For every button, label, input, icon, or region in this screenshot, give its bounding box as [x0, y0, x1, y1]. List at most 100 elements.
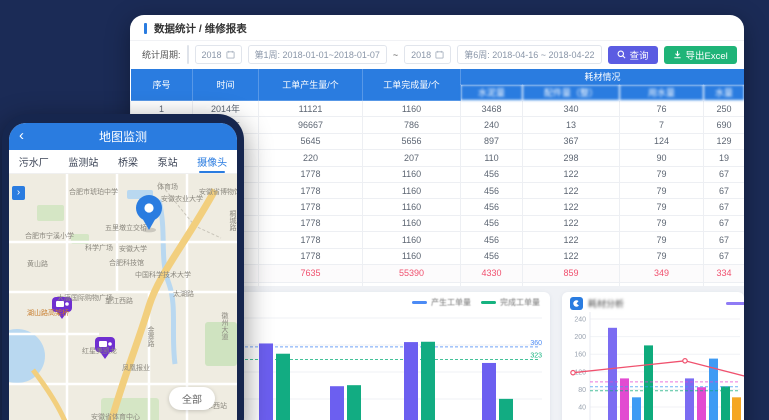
map-poi-label: 凤凰报业 — [122, 363, 150, 373]
phone-screen: ‹ 地图监测 污水厂监测站桥梁泵站摄像头 — [9, 123, 237, 420]
table-cell: 1778 — [259, 248, 363, 264]
table-cell: 76 — [620, 101, 704, 117]
map-poi-label: 合肥科技馆 — [109, 258, 144, 268]
legend-item[interactable]: 完成工单量 — [481, 297, 540, 308]
table-cell: 79 — [620, 232, 704, 248]
phone-tab[interactable]: 泵站 — [156, 150, 180, 173]
table-cell: 19 — [704, 150, 745, 166]
legend-partial-dash — [726, 302, 744, 305]
export-button-label: 导出Excel — [686, 48, 728, 62]
breadcrumb-text: 数据统计 / 维修报表 — [154, 21, 247, 36]
filter-bar: 统计周期: 年季月周日 2018 第1周: 2018-01-01~2018-01… — [130, 41, 744, 68]
phone-tab[interactable]: 污水厂 — [17, 150, 51, 173]
phone-tab-bar: 污水厂监测站桥梁泵站摄像头 — [9, 150, 237, 174]
table-cell: 340 — [523, 101, 620, 117]
week-to-value: 第6周: 2018-04-16 ~ 2018-04-22 — [464, 48, 594, 61]
total-cell: 334 — [704, 264, 745, 282]
legend-label: 产生工单量 — [431, 297, 471, 308]
chart-legend: 产生工单量 完成工单量 — [412, 297, 540, 308]
table-cell: 67 — [704, 199, 745, 215]
svg-text:240: 240 — [574, 317, 586, 324]
table-cell: 1160 — [363, 215, 461, 231]
table-cell: 786 — [363, 117, 461, 133]
legend-label: 完成工单量 — [500, 297, 540, 308]
expand-panel-button[interactable]: › — [12, 186, 25, 200]
table-cell: 79 — [620, 182, 704, 198]
map-poi-label: 科学广场 — [85, 243, 113, 253]
table-cell: 1778 — [259, 166, 363, 182]
legend-item[interactable]: 产生工单量 — [412, 297, 471, 308]
table-cell: 897 — [461, 133, 523, 149]
phone-tab[interactable]: 监测站 — [66, 150, 100, 173]
all-filter-button[interactable]: 全部 — [169, 387, 215, 410]
week-from-value: 第1周: 2018-01-01~2018-01-07 — [255, 48, 380, 61]
table-cell: 79 — [620, 215, 704, 231]
map-poi-label: 桐城路 — [227, 210, 237, 231]
map-poi-label: 安徽省博物馆 — [199, 187, 237, 197]
map-poi-label: 望江西路 — [105, 296, 133, 306]
table-cell: 67 — [704, 232, 745, 248]
table-cell: 5656 — [363, 133, 461, 149]
map-poi-label: 徽州大道 — [219, 312, 229, 340]
calendar-icon — [226, 50, 235, 59]
table-cell: 122 — [523, 199, 620, 215]
phone-tab[interactable]: 桥梁 — [116, 150, 140, 173]
table-sub-header: 配件量（整） — [523, 85, 620, 101]
total-cell: 859 — [523, 264, 620, 282]
table-column-header: 工单完成量/个 — [363, 69, 461, 101]
table-cell: 1160 — [363, 182, 461, 198]
svg-text:323: 323 — [530, 353, 542, 360]
phone-page-title: 地图监测 — [99, 128, 147, 145]
table-cell: 690 — [704, 117, 745, 133]
table-cell: 1778 — [259, 199, 363, 215]
export-excel-button[interactable]: 导出Excel — [664, 46, 737, 64]
table-cell: 367 — [523, 133, 620, 149]
table-cell: 298 — [523, 150, 620, 166]
table-cell: 67 — [704, 215, 745, 231]
table-cell: 1778 — [259, 232, 363, 248]
map-poi-label: 五里墩立交桥 — [105, 223, 147, 233]
period-label: 统计周期: — [142, 48, 181, 61]
table-cell: 207 — [363, 150, 461, 166]
map-poi-label: 黄山路 — [27, 259, 48, 269]
range-separator: ~ — [393, 50, 398, 60]
breadcrumb: 数据统计 / 维修报表 — [130, 15, 744, 41]
calendar-icon — [435, 50, 444, 59]
table-cell: 456 — [461, 166, 523, 182]
map-poi-label: 安徽农业大学 — [161, 194, 203, 204]
table-group-header: 耗材情况 — [461, 69, 745, 85]
week-from-input[interactable]: 第1周: 2018-01-01~2018-01-07 — [248, 45, 387, 64]
year-to-select[interactable]: 2018 — [404, 45, 451, 64]
svg-text:160: 160 — [574, 352, 586, 359]
map-view[interactable]: › 全部 合肥市琥珀中学体育场安徽农业大学安徽省博物馆桐城路五里墩立交桥合肥市宁… — [9, 174, 237, 420]
table-cell: 122 — [523, 248, 620, 264]
search-button-label: 查询 — [630, 48, 649, 62]
map-poi-label: 红星美凯龙 — [82, 346, 117, 356]
year-from-select[interactable]: 2018 — [195, 45, 242, 64]
period-segmented-control: 年季月周日 — [187, 45, 189, 64]
map-poi-label: 金寨路 — [145, 326, 155, 347]
table-cell: 250 — [704, 101, 745, 117]
map-poi-label: 湖山路高架桥 — [27, 308, 69, 318]
map-poi-label: 太湖路 — [173, 289, 194, 299]
map-poi-label: 合肥市琥珀中学 — [69, 187, 118, 197]
chart-header: 耗材分析 — [570, 297, 624, 310]
week-to-input[interactable]: 第6周: 2018-04-16 ~ 2018-04-22 — [457, 45, 601, 64]
table-cell: 240 — [461, 117, 523, 133]
map-poi-label: 安徽省体育中心 — [91, 412, 140, 420]
breadcrumb-accent-bar — [144, 23, 147, 34]
back-icon[interactable]: ‹ — [19, 128, 24, 143]
svg-text:200: 200 — [574, 334, 586, 341]
table-cell: 122 — [523, 215, 620, 231]
search-button[interactable]: 查询 — [608, 46, 658, 64]
table-column-header: 序号 — [131, 69, 193, 101]
period-segment[interactable]: 年 — [188, 46, 189, 63]
svg-text:40: 40 — [578, 405, 586, 412]
total-cell: 349 — [620, 264, 704, 282]
phone-tab[interactable]: 摄像头 — [195, 150, 229, 173]
table-cell: 79 — [620, 199, 704, 215]
year-from-value: 2018 — [202, 50, 222, 60]
table-cell: 67 — [704, 166, 745, 182]
table-sub-header: 水泥量 — [461, 85, 523, 101]
year-to-value: 2018 — [411, 50, 431, 60]
